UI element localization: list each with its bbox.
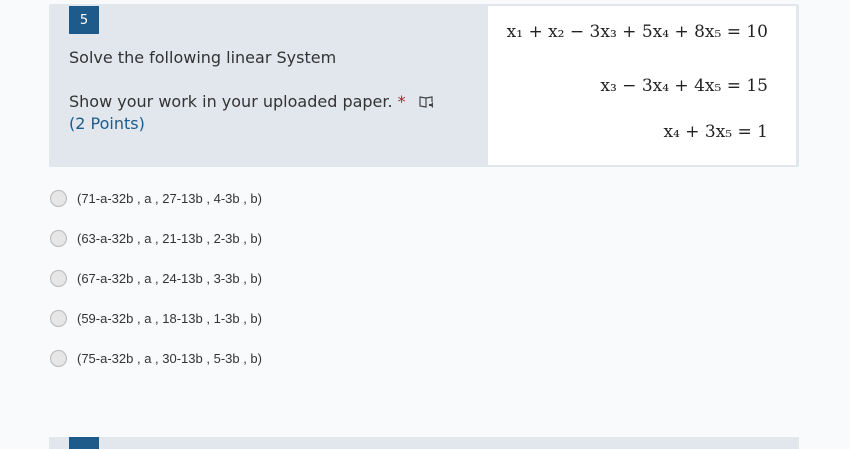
equation-3: x₄ + 3x₅ = 1 [663,122,768,142]
option-label[interactable]: (63-a-32b , a , 21-13b , 2-3b , b) [77,231,262,246]
option-label[interactable]: (75-a-32b , a , 30-13b , 5-3b , b) [77,351,262,366]
radio-button[interactable] [50,269,67,287]
question-title: Solve the following linear System [69,48,337,67]
radio-button[interactable] [50,229,67,247]
question-number-badge: 5 [69,6,99,34]
question-points: (2 Points) [69,114,145,133]
option-4[interactable]: (59-a-32b , a , 18-13b , 1-3b , b) [49,298,799,338]
radio-button[interactable] [50,189,67,207]
option-label[interactable]: (59-a-32b , a , 18-13b , 1-3b , b) [77,311,262,326]
answer-options: (71-a-32b , a , 27-13b , 4-3b , b) (63-a… [49,178,799,378]
next-question-header [49,437,799,449]
option-label[interactable]: (67-a-32b , a , 24-13b , 3-3b , b) [77,271,262,286]
next-question-number-badge [69,437,99,449]
equation-1: x₁ + x₂ − 3x₃ + 5x₄ + 8x₅ = 10 [506,22,768,42]
equation-image: x₁ + x₂ − 3x₃ + 5x₄ + 8x₅ = 10 x₃ − 3x₄ … [488,6,796,165]
required-marker: * [397,92,406,111]
question-header: 5 Solve the following linear System Show… [49,4,799,167]
equation-2: x₃ − 3x₄ + 4x₅ = 15 [600,76,768,96]
option-2[interactable]: (63-a-32b , a , 21-13b , 2-3b , b) [49,218,799,258]
option-label[interactable]: (71-a-32b , a , 27-13b , 4-3b , b) [77,191,262,206]
option-5[interactable]: (75-a-32b , a , 30-13b , 5-3b , b) [49,338,799,378]
option-1[interactable]: (71-a-32b , a , 27-13b , 4-3b , b) [49,178,799,218]
option-3[interactable]: (67-a-32b , a , 24-13b , 3-3b , b) [49,258,799,298]
radio-button[interactable] [50,349,67,367]
immersive-reader-icon[interactable] [418,94,436,110]
radio-button[interactable] [50,309,67,327]
question-instruction-row: Show your work in your uploaded paper. * [69,92,436,111]
question-instruction: Show your work in your uploaded paper. [69,92,393,111]
